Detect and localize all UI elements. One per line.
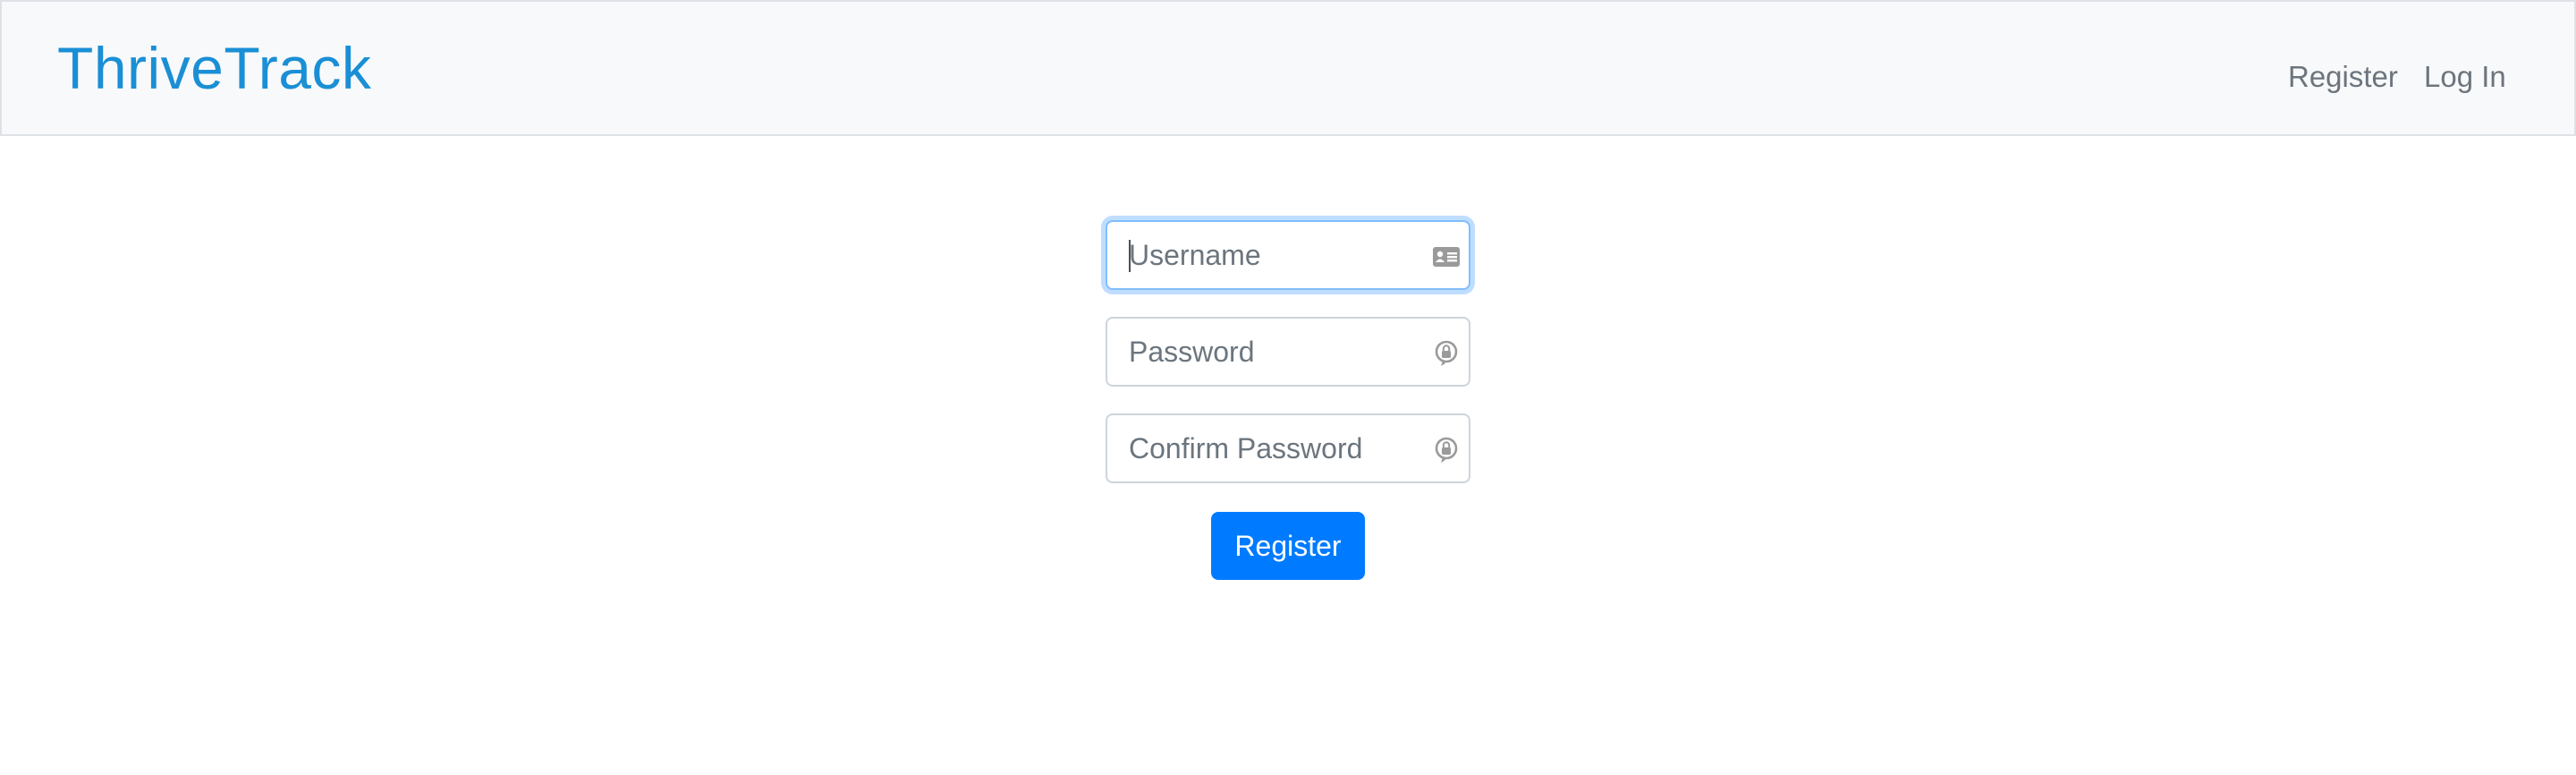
key-lock-icon	[1435, 340, 1458, 366]
confirm-password-input[interactable]	[1107, 415, 1411, 481]
text-caret	[1129, 240, 1131, 272]
password-field[interactable]	[1106, 317, 1470, 387]
confirm-password-field[interactable]	[1106, 413, 1470, 483]
username-field[interactable]	[1106, 220, 1470, 290]
username-input[interactable]	[1107, 222, 1411, 288]
brand-logo[interactable]: ThriveTrack	[57, 32, 371, 104]
contact-card-icon	[1433, 247, 1460, 267]
password-input[interactable]	[1107, 319, 1411, 385]
navbar: ThriveTrack Register Log In	[0, 0, 2576, 136]
register-button[interactable]: Register	[1211, 512, 1365, 580]
nav-login-link[interactable]: Log In	[2424, 57, 2506, 97]
key-lock-icon	[1435, 437, 1458, 463]
nav-register-link[interactable]: Register	[2288, 57, 2398, 97]
register-form: Register	[1106, 220, 1470, 580]
